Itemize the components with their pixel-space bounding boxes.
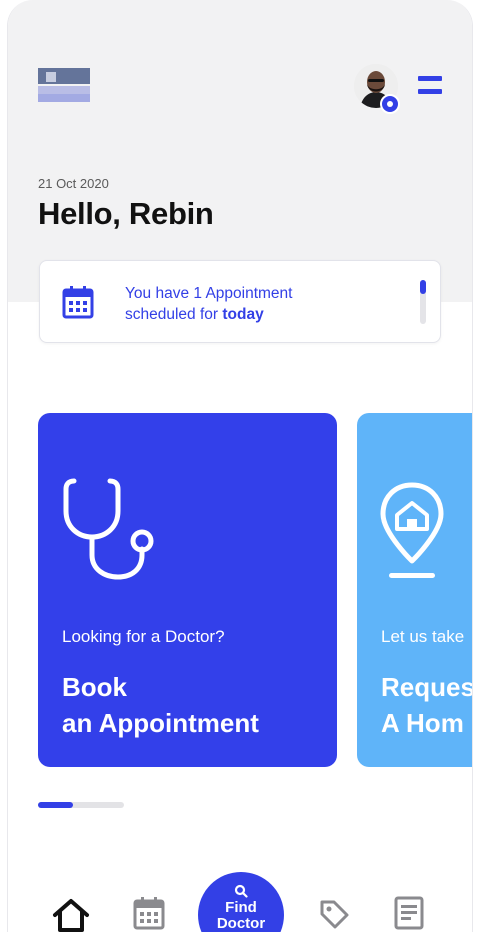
card-subtitle: Let us take (381, 627, 465, 646)
appointment-message: You have 1 Appointment scheduled for tod… (125, 283, 385, 325)
app-logo (38, 68, 90, 104)
carousel-indicator (38, 802, 124, 808)
app-screen: 21 Oct 2020 Hello, Rebin You have 1 Appo… (7, 0, 473, 932)
document-icon[interactable] (394, 896, 424, 930)
find-doctor-label: Find Doctor (216, 899, 266, 932)
home-visit-card[interactable]: Let us take Reques A Hom (357, 413, 473, 767)
bottom-navigation: Find Doctor (8, 870, 472, 932)
search-icon (234, 884, 248, 898)
header-background (8, 0, 472, 302)
appointment-line1: You have 1 Appointment (125, 285, 293, 302)
tag-icon[interactable] (318, 898, 350, 930)
appointment-banner[interactable]: You have 1 Appointment scheduled for tod… (39, 260, 441, 343)
greeting-title: Hello, Rebin (38, 196, 214, 231)
menu-icon[interactable] (418, 76, 444, 98)
user-avatar[interactable] (354, 64, 400, 114)
card-subtitle: Looking for a Doctor? (62, 627, 225, 646)
calendar-icon (62, 286, 94, 319)
status-badge (380, 94, 400, 114)
home-icon[interactable] (52, 898, 90, 932)
find-doctor-button[interactable]: Find Doctor (198, 872, 284, 932)
appointment-line2: scheduled for today (125, 306, 264, 323)
book-appointment-card[interactable]: Looking for a Doctor? Book an Appointmen… (38, 413, 337, 767)
stethoscope-icon (63, 478, 154, 580)
current-date: 21 Oct 2020 (38, 176, 109, 191)
home-location-icon (380, 482, 444, 578)
calendar-icon[interactable] (133, 896, 165, 930)
card-title: Book an Appointment (62, 672, 259, 738)
card-title: Reques A Hom (381, 672, 473, 738)
banner-scrollbar[interactable] (420, 280, 426, 324)
